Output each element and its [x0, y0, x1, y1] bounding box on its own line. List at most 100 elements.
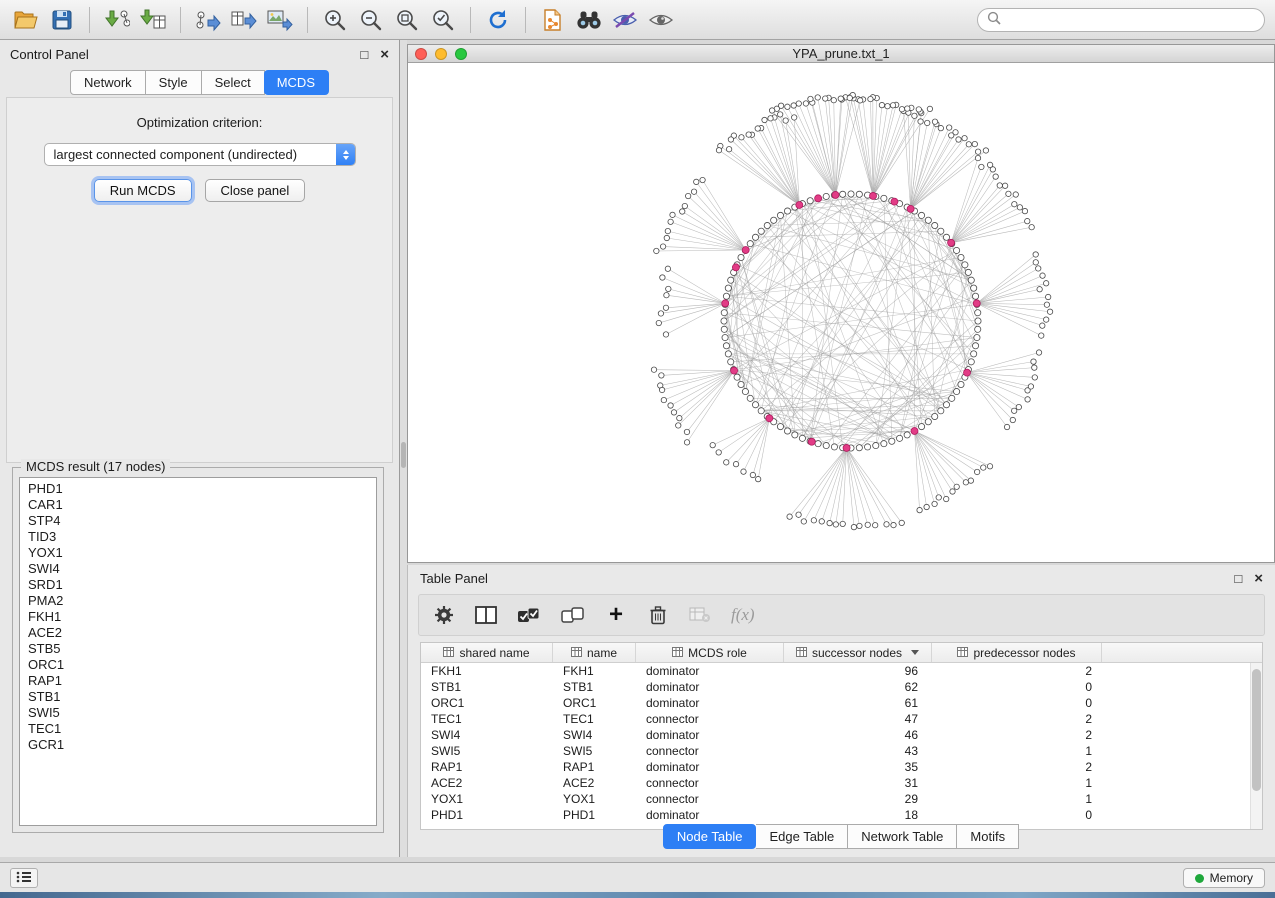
zoom-in-icon[interactable] — [319, 5, 351, 35]
close-panel-icon[interactable]: × — [380, 47, 389, 62]
delete-row-icon[interactable] — [647, 603, 669, 627]
column-header-predecessor-nodes[interactable]: predecessor nodes — [932, 643, 1102, 662]
network-graph[interactable] — [408, 63, 1274, 562]
zoom-out-icon[interactable] — [355, 5, 387, 35]
dominator-node[interactable] — [843, 444, 850, 451]
gear-icon[interactable] — [433, 603, 455, 627]
dominator-node[interactable] — [796, 201, 803, 208]
first-neighbors-icon[interactable] — [573, 5, 605, 35]
table-scrollbar[interactable] — [1250, 663, 1262, 829]
panel-divider[interactable] — [400, 40, 407, 857]
network-window-titlebar[interactable]: YPA_prune.txt_1 — [408, 45, 1274, 63]
result-node-item[interactable]: ACE2 — [20, 625, 376, 641]
dominator-node[interactable] — [832, 191, 839, 198]
divider-scroll-thumb[interactable] — [401, 442, 406, 468]
memory-button[interactable]: Memory — [1183, 868, 1265, 888]
result-node-item[interactable]: YOX1 — [20, 545, 376, 561]
result-node-item[interactable]: RAP1 — [20, 673, 376, 689]
float-table-panel-icon[interactable]: □ — [1234, 572, 1242, 585]
network-canvas[interactable] — [408, 63, 1274, 562]
result-node-item[interactable]: TEC1 — [20, 721, 376, 737]
result-node-item[interactable]: STB1 — [20, 689, 376, 705]
result-node-item[interactable]: STP4 — [20, 513, 376, 529]
table-row[interactable]: STB1STB1dominator620 — [421, 679, 1250, 695]
column-header-MCDS-role[interactable]: MCDS role — [636, 643, 784, 662]
table-row[interactable]: ORC1ORC1dominator610 — [421, 695, 1250, 711]
show-all-icon[interactable] — [645, 5, 677, 35]
table-row[interactable]: ACE2ACE2connector311 — [421, 775, 1250, 791]
result-node-item[interactable]: CAR1 — [20, 497, 376, 513]
table-row[interactable]: FKH1FKH1dominator962 — [421, 663, 1250, 679]
apply-layout-icon[interactable] — [482, 5, 514, 35]
result-node-item[interactable]: SWI4 — [20, 561, 376, 577]
columns-icon[interactable] — [475, 603, 497, 627]
tab-style[interactable]: Style — [146, 70, 202, 95]
dominator-node[interactable] — [948, 239, 955, 246]
column-header-name[interactable]: name — [553, 643, 636, 662]
network-share-icon[interactable] — [537, 5, 569, 35]
unselect-all-icon[interactable] — [561, 603, 585, 627]
result-node-item[interactable]: GCR1 — [20, 737, 376, 753]
open-file-icon[interactable] — [10, 5, 42, 35]
dominator-node[interactable] — [907, 205, 914, 212]
dominator-node[interactable] — [911, 427, 918, 434]
table-row[interactable]: PHD1PHD1dominator180 — [421, 807, 1250, 823]
result-node-item[interactable]: ORC1 — [20, 657, 376, 673]
dominator-node[interactable] — [870, 192, 877, 199]
float-panel-icon[interactable]: □ — [360, 48, 368, 61]
save-session-icon[interactable] — [46, 5, 78, 35]
sort-desc-icon[interactable] — [911, 650, 919, 655]
tab-motifs[interactable]: Motifs — [957, 824, 1019, 849]
search-box[interactable] — [977, 8, 1265, 32]
result-node-item[interactable]: STB5 — [20, 641, 376, 657]
add-row-icon[interactable]: + — [605, 603, 627, 627]
tab-network[interactable]: Network — [70, 70, 146, 95]
tab-network-table[interactable]: Network Table — [848, 824, 957, 849]
dominator-node[interactable] — [732, 264, 739, 271]
column-header-successor-nodes[interactable]: successor nodes — [784, 643, 932, 662]
task-history-button[interactable] — [10, 868, 38, 888]
table-row[interactable]: YOX1YOX1connector291 — [421, 791, 1250, 807]
mcds-result-list[interactable]: PHD1CAR1STP4TID3YOX1SWI4SRD1PMA2FKH1ACE2… — [19, 477, 377, 826]
export-network-icon[interactable] — [192, 5, 224, 35]
zoom-fit-icon[interactable] — [391, 5, 423, 35]
table-scroll-thumb[interactable] — [1252, 669, 1261, 791]
tab-edge-table[interactable]: Edge Table — [756, 824, 848, 849]
result-node-item[interactable]: TID3 — [20, 529, 376, 545]
select-all-icon[interactable] — [517, 603, 541, 627]
zoom-selected-icon[interactable] — [427, 5, 459, 35]
table-row[interactable]: SWI5SWI5connector431 — [421, 743, 1250, 759]
table-row[interactable]: TEC1TEC1connector472 — [421, 711, 1250, 727]
result-node-item[interactable]: SWI5 — [20, 705, 376, 721]
close-table-panel-icon[interactable]: × — [1254, 571, 1263, 586]
result-node-item[interactable]: PHD1 — [20, 481, 376, 497]
criterion-dropdown[interactable]: largest connected component (undirected) — [44, 143, 356, 166]
tab-node-table[interactable]: Node Table — [663, 824, 757, 849]
dominator-node[interactable] — [742, 246, 749, 253]
search-input[interactable] — [1007, 13, 1255, 27]
import-table-icon[interactable] — [137, 5, 169, 35]
close-panel-button[interactable]: Close panel — [205, 179, 306, 202]
close-window-icon[interactable] — [415, 48, 427, 60]
dominator-node[interactable] — [808, 438, 815, 445]
dominator-node[interactable] — [766, 415, 773, 422]
fx-icon[interactable]: f(x) — [731, 603, 755, 627]
run-mcds-button[interactable]: Run MCDS — [94, 179, 192, 202]
result-node-item[interactable]: SRD1 — [20, 577, 376, 593]
dominator-node[interactable] — [973, 300, 980, 307]
dominator-node[interactable] — [722, 300, 729, 307]
tab-mcds[interactable]: MCDS — [264, 70, 329, 95]
table-row[interactable]: RAP1RAP1dominator352 — [421, 759, 1250, 775]
dominator-node[interactable] — [815, 195, 822, 202]
result-node-item[interactable]: PMA2 — [20, 593, 376, 609]
minimize-window-icon[interactable] — [435, 48, 447, 60]
dominator-node[interactable] — [964, 369, 971, 376]
column-header-shared-name[interactable]: shared name — [421, 643, 553, 662]
table-row[interactable]: SWI4SWI4dominator462 — [421, 727, 1250, 743]
tab-select[interactable]: Select — [202, 70, 265, 95]
dominator-node[interactable] — [731, 367, 738, 374]
export-image-icon[interactable] — [264, 5, 296, 35]
export-table-icon[interactable] — [228, 5, 260, 35]
hide-selected-icon[interactable] — [609, 5, 641, 35]
maximize-window-icon[interactable] — [455, 48, 467, 60]
